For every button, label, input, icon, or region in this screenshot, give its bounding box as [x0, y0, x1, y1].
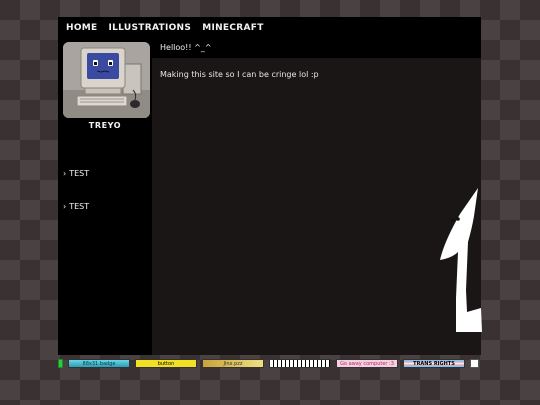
- sidebar-item-label: TEST: [69, 202, 90, 211]
- profile-name: TREYO: [88, 121, 122, 130]
- footer-badge-small[interactable]: [470, 359, 479, 368]
- top-navigation: HOME ILLUSTRATIONS MINECRAFT: [58, 17, 481, 38]
- sidebar-item-label: TEST: [69, 169, 90, 178]
- footer-badge-gold[interactable]: Jinx.pzz: [202, 359, 264, 368]
- site-frame: HOME ILLUSTRATIONS MINECRAFT TREYO › TES…: [58, 17, 481, 355]
- footer-badge-go-away[interactable]: Go away computer :3: [336, 359, 398, 368]
- sidebar-item-test-2[interactable]: › TEST: [63, 202, 89, 211]
- intro-text: Making this site so I can be cringe lol …: [160, 70, 319, 79]
- chevron-right-icon: ›: [63, 202, 67, 211]
- footer-badge-yellow[interactable]: button: [135, 359, 197, 368]
- sidebar: TREYO › TEST › TEST: [58, 38, 152, 355]
- nav-illustrations-link[interactable]: ILLUSTRATIONS: [109, 23, 192, 33]
- nav-minecraft-link[interactable]: MINECRAFT: [202, 23, 263, 33]
- footer-badge-trans-rights[interactable]: TRANS RIGHTS: [403, 359, 465, 368]
- chevron-right-icon: ›: [63, 169, 67, 178]
- footer-badge-status[interactable]: [58, 359, 63, 368]
- avatar: [63, 42, 150, 118]
- nav-home-link[interactable]: HOME: [66, 23, 98, 33]
- footer-badges: 88x31 badge button Jinx.pzz Go away comp…: [58, 358, 484, 369]
- greeting-heading: Helloo!! ^_^: [152, 38, 481, 58]
- footer-badge-cyan[interactable]: 88x31 badge: [68, 359, 130, 368]
- mascot-creature-icon: [440, 188, 482, 332]
- sidebar-item-test-1[interactable]: › TEST: [63, 169, 89, 178]
- retro-computer-icon: [63, 42, 150, 118]
- footer-badge-piano[interactable]: [269, 359, 331, 368]
